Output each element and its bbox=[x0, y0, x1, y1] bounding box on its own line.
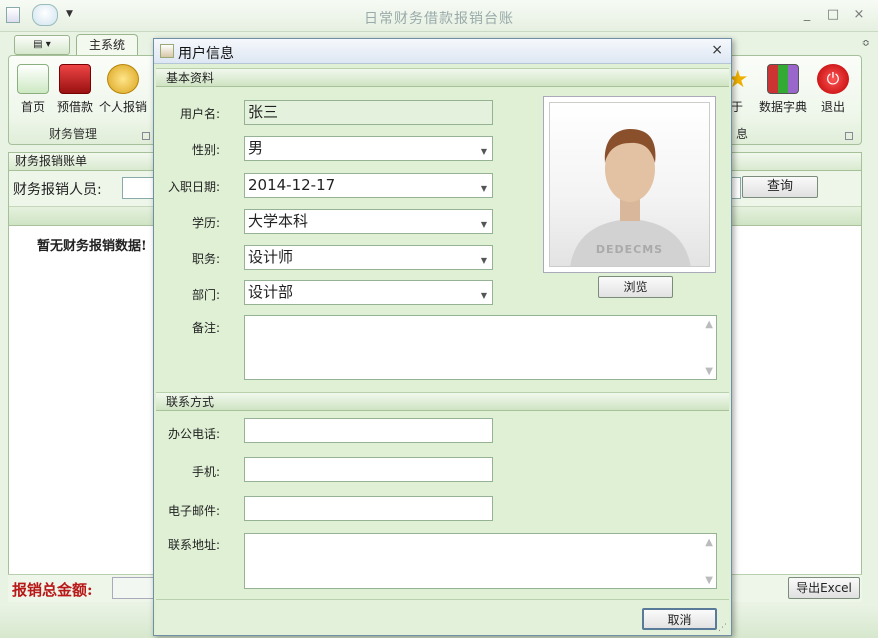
email-input[interactable] bbox=[244, 496, 493, 521]
advance-loan-label: 预借款 bbox=[56, 100, 93, 114]
app-menu-button[interactable]: ▤ ▾ bbox=[14, 35, 70, 55]
resize-grip-icon[interactable]: ⋰ bbox=[718, 623, 727, 633]
minimize-icon[interactable]: _ bbox=[798, 6, 816, 24]
education-label: 学历: bbox=[191, 216, 220, 230]
dialog-app-icon bbox=[160, 44, 174, 58]
username-label: 用户名: bbox=[179, 107, 220, 121]
user-info-dialog: 用户信息 × 基本资料 用户名: 张三 性别: 男 ▼ 入职日期: 2014-1… bbox=[153, 38, 732, 636]
dialog-footer: 取消 ⋰ bbox=[156, 599, 729, 635]
group-launcher-icon-right[interactable] bbox=[845, 132, 853, 140]
exit-button[interactable]: ⏻ 退出 bbox=[815, 60, 851, 115]
education-select[interactable]: 大学本科 ▼ bbox=[244, 209, 493, 234]
home-icon bbox=[17, 64, 49, 94]
home-button[interactable]: 首页 bbox=[13, 60, 53, 115]
username-field[interactable]: 张三 bbox=[244, 100, 493, 125]
gender-value: 男 bbox=[248, 139, 264, 157]
chevron-down-icon: ▼ bbox=[480, 291, 487, 300]
filter-label: 财务报销人员: bbox=[13, 182, 102, 198]
power-icon: ⏻ bbox=[817, 64, 849, 94]
about-label: 于 bbox=[730, 100, 743, 114]
hire-date-value: 2014-12-17 bbox=[248, 176, 336, 194]
close-window-icon[interactable]: × bbox=[850, 6, 868, 24]
home-label: 首页 bbox=[20, 100, 45, 114]
chevron-down-icon: ▼ bbox=[480, 184, 487, 193]
department-select[interactable]: 设计部 ▼ bbox=[244, 280, 493, 305]
total-amount-label: 报销总金额: bbox=[12, 581, 93, 599]
gender-select[interactable]: 男 ▼ bbox=[244, 136, 493, 161]
remark-label: 备注: bbox=[191, 321, 220, 335]
export-excel-button[interactable]: 导出Excel bbox=[788, 577, 860, 599]
hire-date-picker[interactable]: 2014-12-17 ▼ bbox=[244, 173, 493, 198]
ribbon-collapse-icon[interactable]: ≎ bbox=[862, 38, 870, 49]
dialog-close-icon[interactable]: × bbox=[711, 42, 723, 58]
remark-textarea[interactable]: ▲ ▼ bbox=[244, 315, 717, 380]
cancel-button[interactable]: 取消 bbox=[642, 608, 717, 630]
chevron-down-icon: ▼ bbox=[480, 147, 487, 156]
dialog-titlebar: 用户信息 × bbox=[154, 39, 731, 64]
office-phone-label: 办公电话: bbox=[167, 427, 220, 441]
user-photo: DEDECMS bbox=[549, 102, 710, 267]
mobile-input[interactable] bbox=[244, 457, 493, 482]
address-label: 联系地址: bbox=[167, 538, 220, 552]
scroll-down-icon[interactable]: ▼ bbox=[705, 366, 713, 377]
empty-message: 暂无财务报销数据! bbox=[37, 239, 147, 254]
position-label: 职务: bbox=[191, 252, 220, 266]
office-phone-input[interactable] bbox=[244, 418, 493, 443]
books-icon bbox=[767, 64, 799, 94]
user-photo-frame: DEDECMS bbox=[543, 96, 716, 273]
group-launcher-icon[interactable] bbox=[142, 132, 150, 140]
main-titlebar: ▼ 日常财务借款报销台账 _ □ × bbox=[0, 0, 878, 32]
scroll-up-icon[interactable]: ▲ bbox=[705, 319, 713, 330]
photo-watermark: DEDECMS bbox=[595, 243, 664, 256]
search-button[interactable]: 查询 bbox=[742, 176, 818, 198]
data-dictionary-button[interactable]: 数据字典 bbox=[757, 60, 809, 115]
scroll-up-icon[interactable]: ▲ bbox=[705, 537, 713, 548]
window-title: 日常财务借款报销台账 bbox=[364, 11, 514, 27]
briefcase-icon bbox=[59, 64, 91, 94]
chevron-down-icon: ▼ bbox=[480, 256, 487, 265]
finance-group-label: 财务管理 bbox=[48, 127, 97, 141]
personal-reimburse-label: 个人报销 bbox=[98, 100, 147, 114]
department-label: 部门: bbox=[191, 288, 220, 302]
section-contact: 联系方式 bbox=[156, 392, 729, 411]
chevron-down-icon: ▼ bbox=[480, 220, 487, 229]
data-dictionary-label: 数据字典 bbox=[758, 100, 807, 114]
education-value: 大学本科 bbox=[248, 212, 309, 230]
hire-date-label: 入职日期: bbox=[167, 180, 220, 194]
personal-reimburse-button[interactable]: 个人报销 bbox=[97, 60, 149, 115]
mobile-label: 手机: bbox=[191, 465, 220, 479]
coins-icon bbox=[107, 64, 139, 94]
position-value: 设计师 bbox=[248, 248, 294, 266]
exit-label: 退出 bbox=[820, 100, 845, 114]
email-label: 电子邮件: bbox=[167, 504, 220, 518]
advance-loan-button[interactable]: 预借款 bbox=[55, 60, 95, 115]
dialog-title: 用户信息 bbox=[178, 46, 234, 62]
department-value: 设计部 bbox=[248, 283, 294, 301]
maximize-icon[interactable]: □ bbox=[824, 6, 842, 24]
section-basic-info: 基本资料 bbox=[156, 68, 729, 87]
address-textarea[interactable]: ▲ ▼ bbox=[244, 533, 717, 589]
scroll-down-icon[interactable]: ▼ bbox=[705, 575, 713, 586]
tab-main-system[interactable]: 主系统 bbox=[76, 34, 138, 56]
gender-label: 性别: bbox=[191, 143, 220, 157]
position-select[interactable]: 设计师 ▼ bbox=[244, 245, 493, 270]
browse-photo-button[interactable]: 浏览 bbox=[598, 276, 673, 298]
